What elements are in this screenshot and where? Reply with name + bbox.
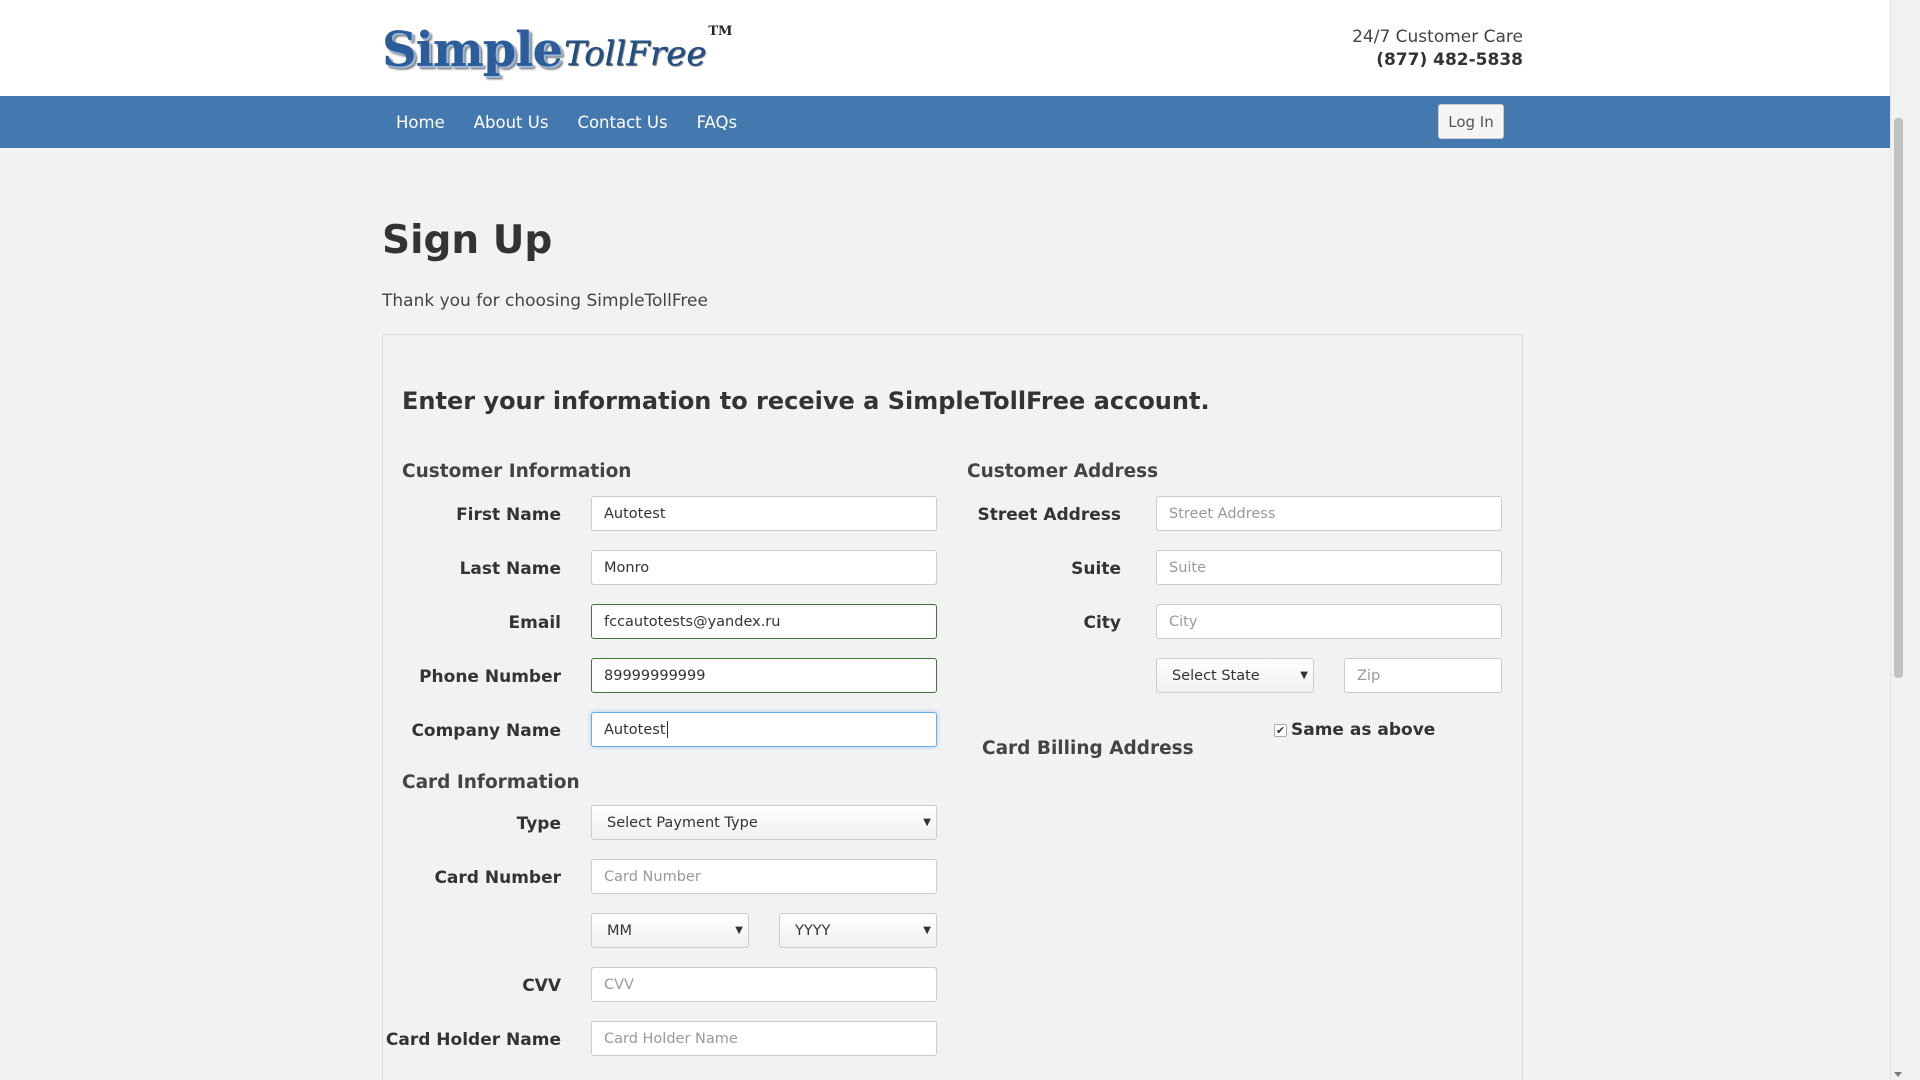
city-field[interactable]: City	[1156, 604, 1502, 639]
card-holder-name-label: Card Holder Name	[385, 1030, 561, 1050]
last-name-label: Last Name	[459, 559, 561, 579]
scroll-down-arrow-icon[interactable]	[1894, 1072, 1902, 1077]
nav-item-contact-us[interactable]: Contact Us	[577, 113, 667, 132]
state-value: Select State	[1172, 667, 1260, 684]
customer-information-title: Customer Information	[402, 461, 632, 482]
payment-type-value: Select Payment Type	[607, 814, 758, 831]
card-holder-name-field[interactable]: Card Holder Name	[591, 1021, 937, 1056]
expiry-year-select[interactable]: YYYY ▼	[779, 913, 937, 948]
street-address-label: Street Address	[977, 505, 1121, 525]
card-billing-address-title: Card Billing Address	[982, 738, 1194, 759]
company-name-label: Company Name	[411, 721, 561, 741]
chevron-down-icon: ▼	[735, 925, 743, 936]
card-type-label: Type	[516, 814, 561, 834]
phone-number-field[interactable]: 89999999999	[591, 658, 937, 693]
same-as-above-label[interactable]: Same as above	[1291, 720, 1435, 740]
state-select[interactable]: Select State ▼	[1156, 658, 1314, 693]
customer-address-title: Customer Address	[967, 461, 1159, 482]
phone-number-label: Phone Number	[419, 667, 561, 687]
expiry-month-select[interactable]: MM ▼	[591, 913, 749, 948]
main-nav: Home About Us Contact Us FAQs Log In	[0, 96, 1905, 148]
page-title: Sign Up	[382, 218, 553, 263]
site-header: Simple TollFree TM 24/7 Customer Care (8…	[0, 0, 1905, 96]
payment-type-select[interactable]: Select Payment Type ▼	[591, 805, 937, 840]
suite-label: Suite	[1071, 559, 1121, 579]
card-information-title: Card Information	[402, 772, 580, 793]
expiry-month-value: MM	[607, 922, 633, 939]
company-name-field[interactable]: Autotest	[591, 712, 937, 747]
expiry-year-value: YYYY	[795, 922, 831, 939]
page-scrollbar[interactable]	[1890, 0, 1905, 1080]
city-label: City	[1083, 613, 1121, 633]
first-name-field[interactable]: Autotest	[591, 496, 937, 531]
email-label: Email	[508, 613, 561, 633]
logo-word-tollfree: TollFree	[564, 34, 707, 74]
nav-item-about-us[interactable]: About Us	[474, 113, 549, 132]
last-name-field[interactable]: Monro	[591, 550, 937, 585]
suite-field[interactable]: Suite	[1156, 550, 1502, 585]
company-name-value: Autotest	[604, 721, 666, 738]
nav-item-home[interactable]: Home	[396, 113, 445, 132]
simpletollfree-logo[interactable]: Simple TollFree TM	[382, 22, 732, 78]
chevron-down-icon: ▼	[923, 925, 931, 936]
chevron-down-icon: ▼	[1300, 670, 1308, 681]
card-number-label: Card Number	[434, 868, 561, 888]
cvv-label: CVV	[522, 976, 561, 996]
cvv-field[interactable]: CVV	[591, 967, 937, 1002]
login-button[interactable]: Log In	[1438, 104, 1504, 139]
email-field[interactable]: fccautotests@yandex.ru	[591, 604, 937, 639]
first-name-label: First Name	[456, 505, 561, 525]
nav-item-faqs[interactable]: FAQs	[697, 113, 738, 132]
same-as-above-checkbox[interactable]: ✔	[1274, 724, 1287, 737]
text-caret	[666, 721, 668, 738]
page: Simple TollFree TM 24/7 Customer Care (8…	[0, 0, 1905, 1080]
zip-field[interactable]: Zip	[1344, 658, 1502, 693]
customer-care-label: 24/7 Customer Care	[1352, 27, 1523, 47]
panel-heading: Enter your information to receive a Simp…	[402, 387, 1210, 415]
street-address-field[interactable]: Street Address	[1156, 496, 1502, 531]
customer-care: 24/7 Customer Care (877) 482-5838	[1352, 26, 1523, 72]
logo-word-simple: Simple	[382, 22, 563, 78]
nav-list: Home About Us Contact Us FAQs	[396, 96, 766, 148]
card-number-field[interactable]: Card Number	[591, 859, 937, 894]
customer-care-phone[interactable]: (877) 482-5838	[1352, 49, 1523, 72]
scrollbar-thumb[interactable]	[1894, 118, 1903, 678]
thanks-text: Thank you for choosing SimpleTollFree	[382, 291, 708, 311]
chevron-down-icon: ▼	[923, 817, 931, 828]
signup-panel: Enter your information to receive a Simp…	[382, 334, 1523, 1080]
logo-trademark: TM	[708, 24, 733, 39]
